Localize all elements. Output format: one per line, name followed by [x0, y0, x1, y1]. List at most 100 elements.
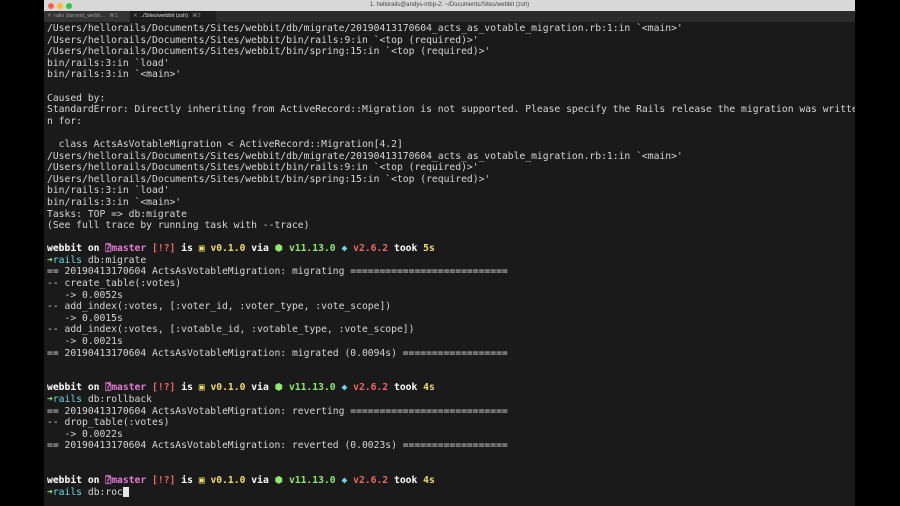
output-line: -> 0.0021s [47, 336, 123, 348]
node-icon: ⬢ [274, 382, 284, 394]
output-line: /Users/hellorails/Documents/Sites/webbit… [47, 150, 683, 162]
node-icon: ⬢ [274, 475, 284, 487]
package-icon: ▣ [198, 382, 205, 394]
prompt-dir: webbit [47, 475, 82, 487]
tab-rails[interactable]: ✕ rails (tarvent_webb... ⌘1 [44, 11, 130, 22]
git-status: [!?] [152, 475, 176, 487]
prompt-took: took [393, 243, 418, 255]
prompt-dir: webbit [47, 382, 82, 394]
output-line: bin/rails:3:in `<main>' [47, 196, 182, 208]
output-line: -> 0.0052s [47, 289, 123, 301]
prompt-dir: webbit [47, 243, 82, 255]
git-status: [!?] [152, 243, 176, 255]
output-line: Tasks: TOP => db:migrate [47, 208, 187, 220]
output-line: class ActsAsVotableMigration < ActiveRec… [47, 138, 403, 150]
package-version: v0.1.0 [210, 382, 246, 394]
output-line: -- create_table(:votes) [47, 278, 182, 290]
tab-webbit-zsh[interactable]: ✕ ../Sites/webbit (zsh) ⌘2 [130, 11, 216, 22]
ruby-icon: ◆ [341, 382, 348, 394]
prompt-line: webbit on ⍰master [!?] is ▣ v0.1.0 via ⬢… [47, 382, 855, 394]
node-version: v11.13.0 [288, 475, 336, 487]
output-line: Caused by: [47, 92, 106, 104]
prompt-via: via [251, 243, 269, 255]
output-line: == 20190413170604 ActsAsVotableMigration… [47, 405, 508, 417]
tab-label: rails (tarvent_webb... [54, 13, 106, 19]
output-line: -> 0.0015s [47, 312, 123, 324]
output-line: /Users/hellorails/Documents/Sites/webbit… [47, 34, 479, 46]
command-line[interactable]: ➜rails db:rollback [47, 394, 855, 406]
output-line: == 20190413170604 ActsAsVotableMigration… [47, 266, 508, 278]
output-line: -- add_index(:votes, [:votable_id, :vota… [47, 324, 415, 336]
output-line: bin/rails:3:in `load' [47, 185, 170, 197]
command-duration: 4s [423, 382, 435, 394]
output-line: (See full trace by running task with --t… [47, 220, 310, 232]
package-icon: ▣ [198, 243, 205, 255]
output-line: -- drop_table(:votes) [47, 417, 170, 429]
prompt-is: is [181, 243, 193, 255]
output-line: /Users/hellorails/Documents/Sites/webbit… [47, 162, 479, 174]
ruby-icon: ◆ [341, 475, 348, 487]
output-line: /Users/hellorails/Documents/Sites/webbit… [47, 23, 683, 34]
prompt-is: is [181, 382, 193, 394]
output-line: StandardError: Directly inheriting from … [47, 104, 855, 116]
package-icon: ▣ [198, 475, 205, 487]
output-line: -> 0.0022s [47, 428, 123, 440]
output-line: /Users/hellorails/Documents/Sites/webbit… [47, 173, 491, 185]
prompt-on: on [87, 475, 100, 487]
tab-label: ../Sites/webbit (zsh) [140, 13, 188, 19]
prompt-is: is [181, 475, 193, 487]
output-line: bin/rails:3:in `load' [47, 57, 170, 69]
command-line[interactable]: ➜rails db:migrate [47, 255, 855, 267]
prompt-line: webbit on ⍰master [!?] is ▣ v0.1.0 via ⬢… [47, 243, 855, 255]
ruby-version: v2.6.2 [353, 475, 389, 487]
output-line: == 20190413170604 ActsAsVotableMigration… [47, 347, 508, 359]
tab-shortcut: ⌘1 [109, 13, 118, 19]
output-line: == 20190413170604 ActsAsVotableMigration… [47, 440, 508, 452]
text-cursor [122, 486, 129, 497]
node-version: v11.13.0 [288, 382, 336, 394]
git-branch: master [111, 243, 147, 255]
prompt-line: webbit on ⍰master [!?] is ▣ v0.1.0 via ⬢… [47, 475, 855, 487]
command-name: rails [52, 254, 83, 266]
window-title: 1. hellorails@andys-mbp-2: ~/Documents/S… [369, 2, 530, 8]
command-name: rails [52, 394, 83, 405]
command-name: rails [52, 486, 83, 498]
package-version: v0.1.0 [210, 243, 246, 255]
ruby-version: v2.6.2 [353, 243, 389, 255]
command-line[interactable]: ➜rails db:roc [47, 486, 855, 499]
ruby-icon: ◆ [341, 243, 348, 255]
command-duration: 4s [423, 475, 435, 487]
git-branch: master [111, 475, 147, 487]
terminal-output[interactable]: /Users/hellorails/Documents/Sites/webbit… [47, 23, 855, 498]
terminal-window: 1. hellorails@andys-mbp-2: ~/Documents/S… [44, 0, 855, 506]
command-args: db:roc [87, 486, 123, 498]
command-args: db:rollback [87, 394, 153, 405]
output-line: -- add_index(:votes, [:voter_id, :voter_… [47, 301, 392, 313]
command-args: db:migrate [87, 254, 147, 266]
prompt-via: via [251, 382, 269, 394]
git-branch: master [111, 382, 147, 394]
prompt-took: took [393, 382, 418, 394]
git-status: [!?] [152, 382, 176, 394]
close-tab-icon[interactable]: ✕ [47, 11, 52, 22]
tab-bar: ✕ rails (tarvent_webb... ⌘1 ✕ ../Sites/we… [44, 11, 855, 22]
package-version: v0.1.0 [210, 475, 246, 487]
title-bar[interactable]: 1. hellorails@andys-mbp-2: ~/Documents/S… [44, 0, 855, 11]
prompt-via: via [251, 475, 269, 487]
prompt-on: on [87, 243, 100, 255]
prompt-took: took [393, 475, 418, 487]
node-version: v11.13.0 [288, 243, 336, 255]
tab-shortcut: ⌘2 [192, 13, 201, 19]
close-tab-icon[interactable]: ✕ [133, 11, 138, 22]
output-line: /Users/hellorails/Documents/Sites/webbit… [47, 46, 491, 58]
output-line: bin/rails:3:in `<main>' [47, 69, 182, 81]
node-icon: ⬢ [274, 243, 284, 255]
prompt-on: on [87, 382, 100, 394]
